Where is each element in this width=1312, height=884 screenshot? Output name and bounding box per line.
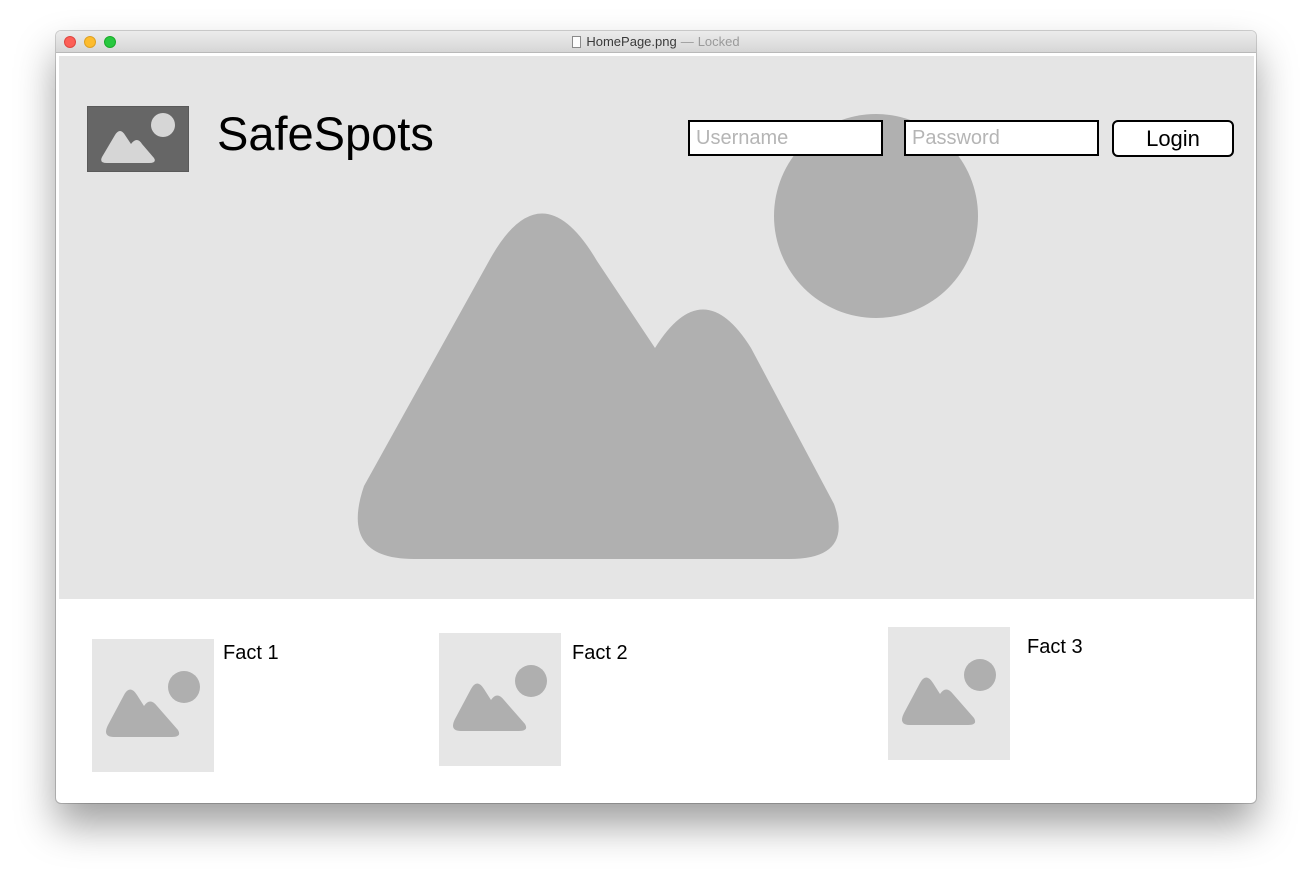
hero-banner: SafeSpots Login xyxy=(59,56,1254,599)
site-brand-title[interactable]: SafeSpots xyxy=(217,105,434,163)
password-input[interactable] xyxy=(904,120,1099,156)
login-button[interactable]: Login xyxy=(1112,120,1234,157)
fact-3-label: Fact 3 xyxy=(1027,636,1083,658)
window-title: HomePage.png — Locked xyxy=(56,31,1256,53)
fact-1-image-placeholder-icon xyxy=(92,639,214,772)
app-window: HomePage.png—Locked SafeSpots Login xyxy=(56,31,1256,803)
fact-1-label: Fact 1 xyxy=(223,642,279,664)
window-title-separator: — xyxy=(680,34,694,49)
fact-3-image-placeholder-icon xyxy=(888,627,1010,760)
fact-2-label: Fact 2 xyxy=(572,642,628,664)
window-lock-status: Locked xyxy=(697,34,740,49)
page-content: SafeSpots Login Fact 1 Fact 2 xyxy=(56,53,1256,803)
username-input[interactable] xyxy=(688,120,883,156)
fact-2-image-placeholder-icon xyxy=(439,633,561,766)
logo-image-placeholder-icon xyxy=(87,106,189,172)
window-filename: HomePage.png xyxy=(586,34,677,49)
title-bar[interactable]: HomePage.png — Locked xyxy=(56,31,1256,53)
document-icon xyxy=(572,36,582,48)
